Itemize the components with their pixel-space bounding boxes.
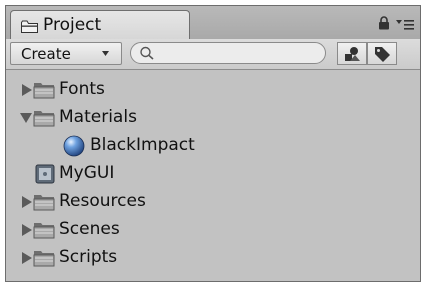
expand-arrow-icon[interactable] (21, 196, 33, 208)
tab-project[interactable]: Project (10, 10, 190, 40)
menu-icon[interactable] (396, 18, 414, 30)
tree-item-label: Materials (59, 107, 137, 127)
tab-label: Project (43, 15, 102, 35)
lock-icon[interactable] (378, 16, 390, 30)
tree-item-scripts[interactable]: Scripts (6, 244, 420, 272)
tree-item-label: Fonts (59, 79, 105, 99)
tree-item-scenes[interactable]: Scenes (6, 216, 420, 244)
expand-arrow-icon[interactable] (21, 224, 33, 236)
expand-arrow-icon[interactable] (21, 84, 33, 96)
create-button[interactable]: Create (10, 42, 122, 65)
tree-item-label: BlackImpact (90, 135, 195, 155)
project-panel: Project Create Fonts Materials BlackImpa… (5, 5, 421, 282)
asset-icon (35, 164, 55, 184)
folder-icon (21, 20, 38, 33)
panel-titlebar: Project (6, 6, 420, 40)
tree-item-mygui[interactable]: MyGUI (6, 160, 420, 188)
folder-icon (33, 251, 55, 267)
folder-icon (33, 223, 55, 239)
tag-icon (375, 47, 390, 62)
tree-item-label: Scripts (59, 247, 118, 267)
filter-by-label-button[interactable] (367, 42, 397, 65)
tree-item-resources[interactable]: Resources (6, 188, 420, 216)
tree-item-fonts[interactable]: Fonts (6, 76, 420, 104)
tree-item-label: Resources (59, 191, 146, 211)
folder-icon (33, 111, 55, 127)
folder-icon (33, 195, 55, 211)
tree-item-blackimpact[interactable]: BlackImpact (6, 132, 420, 160)
shapes-icon (345, 47, 360, 61)
search-input[interactable] (130, 42, 326, 64)
folder-icon (33, 83, 55, 99)
expand-arrow-icon[interactable] (21, 252, 33, 264)
collapse-arrow-icon[interactable] (20, 112, 32, 124)
material-sphere-icon (63, 135, 85, 157)
tree-item-materials[interactable]: Materials (6, 104, 420, 132)
tree-item-label: Scenes (59, 219, 120, 239)
create-label: Create (21, 45, 71, 63)
filter-by-type-button[interactable] (337, 42, 367, 65)
search-icon (140, 46, 154, 60)
panel-toolbar: Create (6, 39, 420, 70)
tree-item-label: MyGUI (59, 163, 115, 183)
project-tree: Fonts Materials BlackImpact MyGUI Resour… (6, 70, 420, 281)
chevron-down-icon (102, 51, 109, 56)
